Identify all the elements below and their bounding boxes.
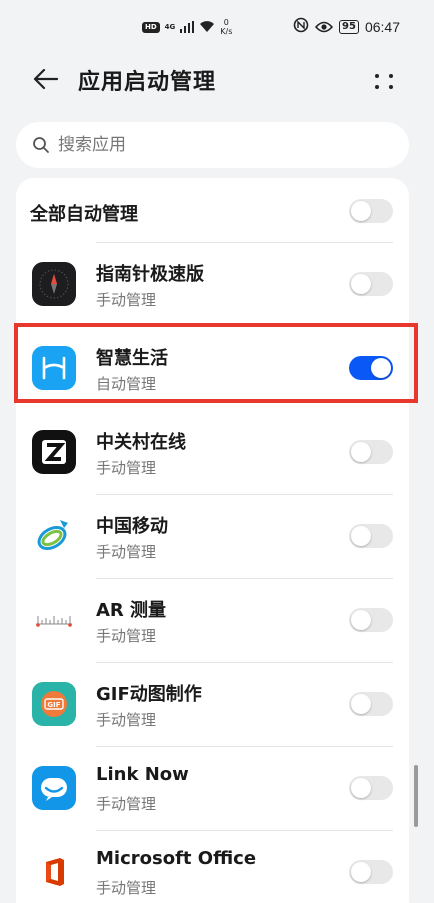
smart-life-app-icon bbox=[32, 346, 76, 390]
app-row[interactable]: Microsoft Office 手动管理 bbox=[16, 830, 409, 903]
app-toggle[interactable] bbox=[349, 440, 393, 464]
status-right: 95 06:47 bbox=[293, 16, 400, 38]
all-auto-row: 全部自动管理 bbox=[16, 178, 409, 242]
eye-icon bbox=[314, 18, 334, 37]
app-status: 手动管理 bbox=[96, 459, 157, 477]
app-status: 手动管理 bbox=[96, 711, 157, 729]
toggle-knob bbox=[351, 610, 371, 630]
app-status: 手动管理 bbox=[96, 543, 157, 561]
app-toggle[interactable] bbox=[349, 356, 393, 380]
app-row[interactable]: 指南针极速版 手动管理 bbox=[16, 242, 409, 326]
wifi-icon bbox=[199, 18, 215, 37]
back-button[interactable] bbox=[28, 62, 62, 96]
toggle-knob bbox=[371, 358, 391, 378]
app-toggle[interactable] bbox=[349, 608, 393, 632]
app-status: 手动管理 bbox=[96, 795, 157, 813]
compass-app-icon bbox=[32, 262, 76, 306]
divider bbox=[96, 746, 393, 747]
app-row[interactable]: 中关村在线 手动管理 bbox=[16, 410, 409, 494]
arrow-left-icon bbox=[33, 68, 58, 90]
divider bbox=[96, 494, 393, 495]
dot bbox=[389, 84, 393, 89]
app-name: 智慧生活 bbox=[96, 348, 168, 369]
speed-value: 0 bbox=[223, 18, 229, 27]
app-name: 指南针极速版 bbox=[96, 264, 204, 285]
gif-maker-app-icon: GIF bbox=[32, 682, 76, 726]
battery-indicator: 95 bbox=[339, 20, 359, 34]
app-toggle[interactable] bbox=[349, 524, 393, 548]
app-name: 中国移动 bbox=[96, 516, 168, 537]
search-icon bbox=[33, 137, 49, 153]
nfc-icon bbox=[293, 17, 309, 37]
status-left: HD 4G 0 K/s bbox=[142, 16, 232, 38]
app-name: GIF动图制作 bbox=[96, 684, 202, 705]
dot bbox=[389, 73, 393, 78]
all-auto-label: 全部自动管理 bbox=[30, 204, 138, 225]
app-status: 手动管理 bbox=[96, 879, 157, 897]
all-auto-toggle[interactable] bbox=[349, 199, 393, 223]
app-status: 自动管理 bbox=[96, 375, 157, 393]
office-app-icon bbox=[32, 850, 76, 894]
toggle-knob bbox=[351, 274, 371, 294]
network-speed: 0 K/s bbox=[220, 18, 232, 36]
scrollbar[interactable] bbox=[414, 765, 418, 827]
app-row[interactable]: Link Now 手动管理 bbox=[16, 746, 409, 830]
search-input[interactable] bbox=[58, 135, 378, 155]
app-row[interactable]: 智慧生活 自动管理 bbox=[16, 326, 409, 410]
hd-badge: HD bbox=[142, 21, 160, 33]
app-row[interactable]: AR 测量 手动管理 bbox=[16, 578, 409, 662]
divider bbox=[96, 326, 393, 327]
divider bbox=[96, 830, 393, 831]
app-list-card: 全部自动管理 指南针极速版 手动管理 智慧生活 自动管理 中关村在线 手动管理 … bbox=[16, 178, 409, 903]
network-type: 4G bbox=[164, 22, 176, 31]
speed-unit: K/s bbox=[220, 27, 233, 36]
app-toggle[interactable] bbox=[349, 272, 393, 296]
link-now-app-icon bbox=[32, 766, 76, 810]
toggle-knob bbox=[351, 694, 371, 714]
more-options-button[interactable] bbox=[370, 66, 400, 96]
dot bbox=[375, 84, 379, 89]
clock: 06:47 bbox=[364, 19, 400, 35]
page-title: 应用启动管理 bbox=[78, 70, 217, 95]
app-name: Microsoft Office bbox=[96, 848, 257, 869]
search-bar[interactable] bbox=[16, 122, 409, 168]
toggle-knob bbox=[351, 862, 371, 882]
divider bbox=[96, 662, 393, 663]
app-toggle[interactable] bbox=[349, 860, 393, 884]
toggle-knob bbox=[351, 442, 371, 462]
divider bbox=[96, 242, 393, 243]
app-status: 手动管理 bbox=[96, 627, 157, 645]
china-mobile-app-icon bbox=[32, 514, 76, 558]
toggle-knob bbox=[351, 526, 371, 546]
app-row[interactable]: GIF GIF动图制作 手动管理 bbox=[16, 662, 409, 746]
app-name: 中关村在线 bbox=[96, 432, 186, 453]
app-name: Link Now bbox=[96, 764, 189, 785]
ar-measure-app-icon bbox=[32, 598, 76, 642]
toggle-knob bbox=[351, 201, 371, 221]
app-name: AR 测量 bbox=[96, 600, 167, 621]
divider bbox=[96, 410, 393, 411]
app-row[interactable]: 中国移动 手动管理 bbox=[16, 494, 409, 578]
svg-text:GIF: GIF bbox=[47, 701, 60, 709]
divider bbox=[96, 578, 393, 579]
signal-icon bbox=[180, 18, 195, 37]
app-toggle[interactable] bbox=[349, 776, 393, 800]
toggle-knob bbox=[351, 778, 371, 798]
app-toggle[interactable] bbox=[349, 692, 393, 716]
app-status: 手动管理 bbox=[96, 291, 157, 309]
status-bar: HD 4G 0 K/s 95 06:47 bbox=[0, 0, 434, 56]
dot bbox=[375, 73, 379, 78]
zol-app-icon bbox=[32, 430, 76, 474]
